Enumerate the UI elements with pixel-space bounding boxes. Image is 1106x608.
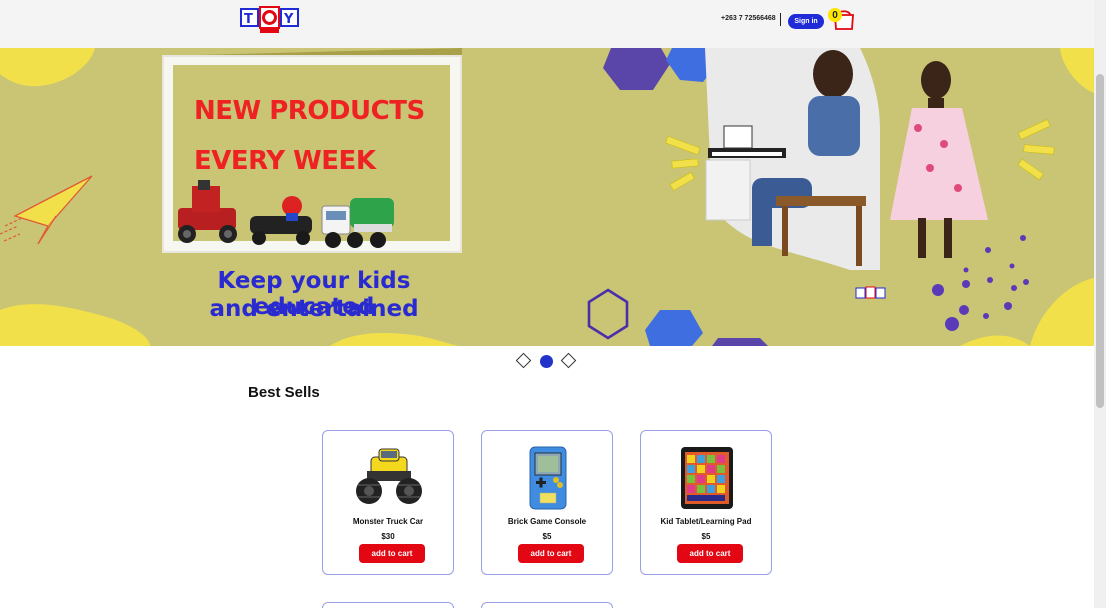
- product-card[interactable]: Brick Game Console $5 add to cart: [481, 430, 613, 575]
- product-card[interactable]: Kid Tablet/Learning Pad $5 add to cart: [640, 430, 772, 575]
- paper-plane-icon: [0, 175, 93, 245]
- product-card[interactable]: [322, 602, 454, 608]
- banner-tagline-2: and entertained: [209, 296, 419, 322]
- header-divider: [780, 13, 781, 26]
- product-name[interactable]: Monster Truck Car: [323, 517, 453, 526]
- banner-headline-1: NEW PRODUCTS: [194, 96, 425, 126]
- scrollbar-thumb[interactable]: [1096, 74, 1104, 408]
- product-image[interactable]: [353, 443, 425, 513]
- banner-headline-2: EVERY WEEK: [194, 146, 376, 176]
- add-to-cart-button[interactable]: add to cart: [518, 544, 584, 563]
- carousel-dot-2[interactable]: [540, 355, 553, 368]
- carousel-dot-3[interactable]: [560, 352, 577, 369]
- product-price: $30: [381, 532, 395, 541]
- phone-number[interactable]: +263 7 72566468: [721, 15, 776, 22]
- cart-count-badge: 0: [828, 8, 842, 22]
- svg-text:Y: Y: [283, 12, 294, 27]
- page: T Y +263 7 72566468 Sign in 0 NEW PRODUC…: [0, 0, 1106, 608]
- site-header: T Y +263 7 72566468 Sign in 0: [0, 0, 1094, 48]
- product-name[interactable]: Kid Tablet/Learning Pad: [641, 517, 771, 526]
- product-price: $5: [701, 532, 711, 541]
- sign-in-button[interactable]: Sign in: [788, 14, 824, 29]
- carousel-dot-1[interactable]: [515, 352, 532, 369]
- add-to-cart-button[interactable]: add to cart: [359, 544, 425, 563]
- add-to-cart-button[interactable]: add to cart: [677, 544, 743, 563]
- product-price: $5: [542, 532, 552, 541]
- product-card[interactable]: [481, 602, 613, 608]
- hero-banner[interactable]: NEW PRODUCTS EVERY WEEK Keep your kids e…: [0, 48, 1094, 346]
- product-image[interactable]: [671, 443, 743, 513]
- product-image[interactable]: [512, 443, 584, 513]
- product-card[interactable]: Monster Truck Car $30 add to cart: [322, 430, 454, 575]
- svg-text:T: T: [244, 12, 253, 27]
- site-logo[interactable]: T Y: [240, 6, 300, 36]
- section-title: Best Sells: [248, 384, 320, 401]
- product-name[interactable]: Brick Game Console: [482, 517, 612, 526]
